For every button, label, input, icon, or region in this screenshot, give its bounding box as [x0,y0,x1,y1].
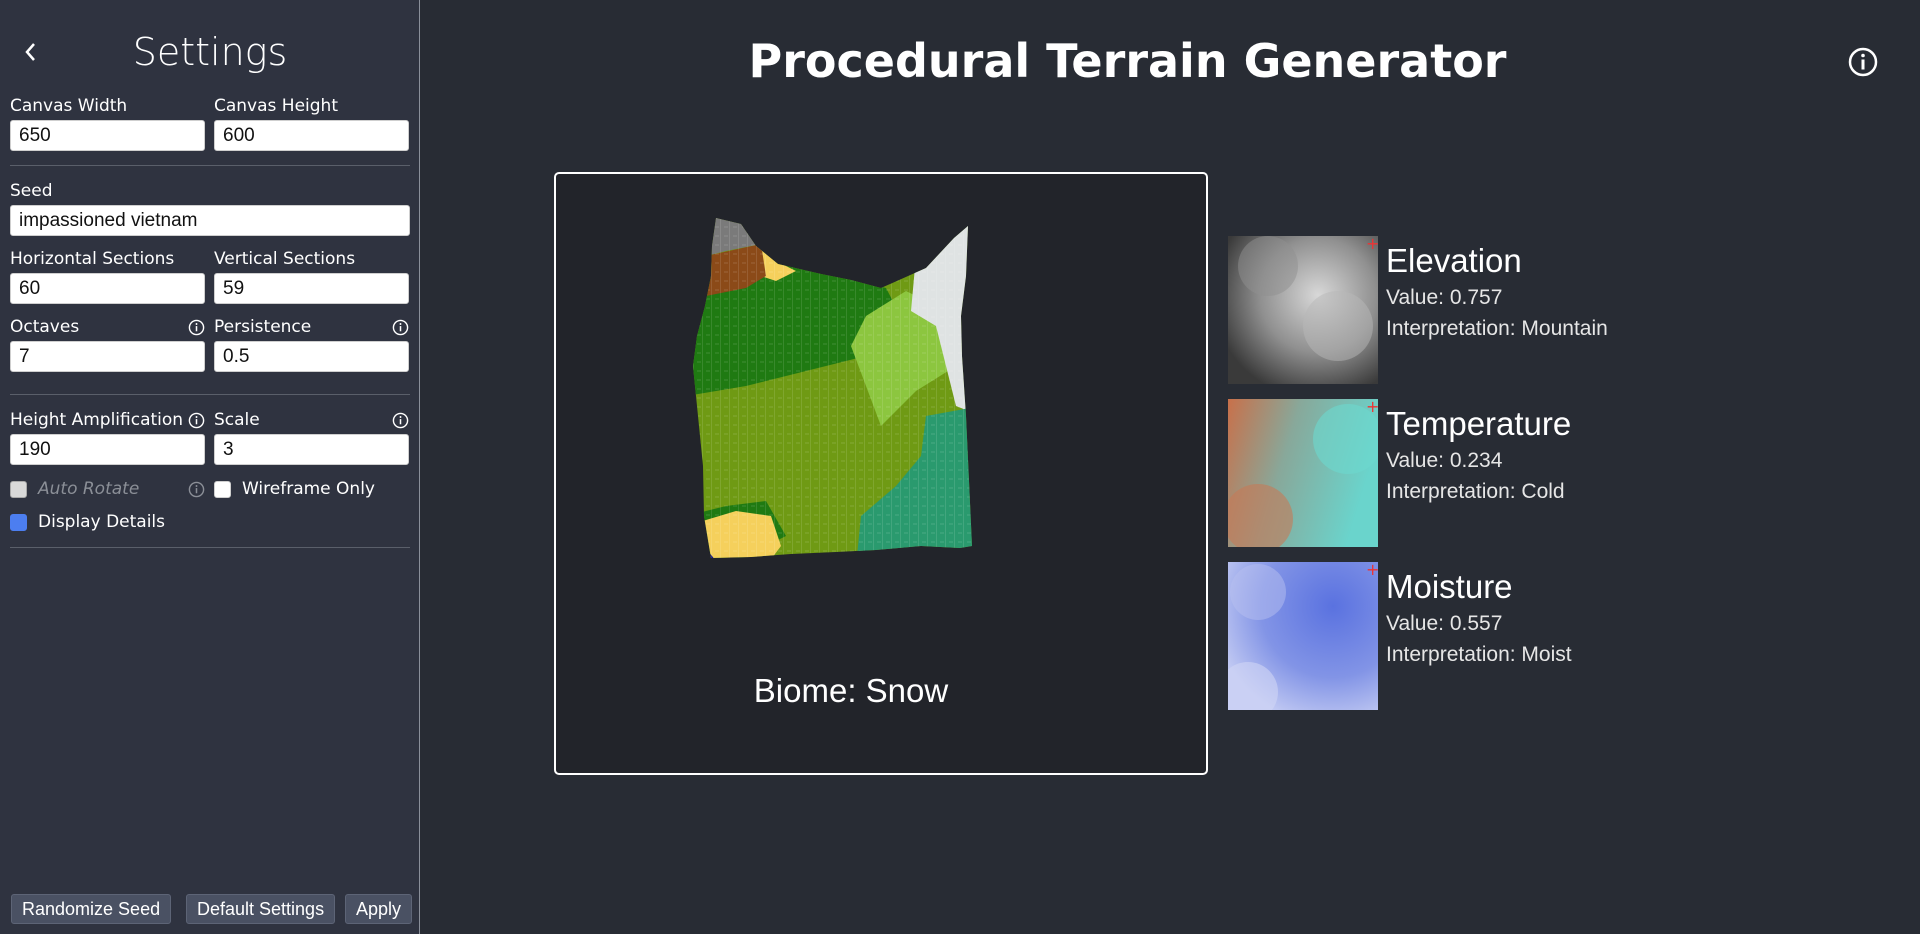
persistence-field: Persistence [214,316,409,372]
elevation-value: Value: 0.757 [1386,286,1503,309]
divider [10,547,410,548]
seed-input[interactable] [10,205,410,236]
temperature-interpretation: Interpretation: Cold [1386,480,1565,503]
canvas-height-field: Canvas Height [214,95,409,151]
info-icon[interactable] [188,481,205,498]
display-details-checkbox[interactable] [10,513,27,531]
seed-label: Seed [10,181,53,201]
divider [10,394,410,395]
persistence-label: Persistence [214,317,312,337]
canvas-height-input[interactable] [214,120,409,151]
terrain-mesh [693,218,972,558]
horizontal-sections-label: Horizontal Sections [10,249,175,269]
height-amplification-input[interactable] [10,434,205,465]
wireframe-only-label: Wireframe Only [242,479,375,499]
terrain-viewport[interactable]: Biome: Snow [554,172,1208,775]
app-root: Settings Canvas Width Canvas Height Seed… [0,0,1920,934]
temperature-title: Temperature [1386,405,1572,442]
height-amplification-label: Height Amplification [10,410,184,430]
canvas-width-label: Canvas Width [10,96,128,116]
octaves-label: Octaves [10,317,80,337]
info-icon[interactable] [392,319,409,336]
vertical-sections-label: Vertical Sections [214,249,356,269]
randomize-seed-button[interactable]: Randomize Seed [11,894,172,924]
canvas-height-label: Canvas Height [214,96,338,116]
temperature-value: Value: 0.234 [1386,449,1503,472]
canvas-width-input[interactable] [10,120,205,151]
scale-label: Scale [214,410,260,430]
persistence-input[interactable] [214,341,409,372]
vertical-sections-field: Vertical Sections [214,248,409,304]
display-details-label: Display Details [38,512,166,532]
canvas-width-field: Canvas Width [10,95,205,151]
moisture-interpretation: Interpretation: Moist [1386,643,1572,666]
info-icon[interactable] [188,412,205,429]
moisture-value: Value: 0.557 [1386,612,1503,635]
wireframe-only-row: Wireframe Only [214,479,375,499]
temperature-card: + Temperature Value: 0.234 Interpretatio… [1228,397,1728,547]
auto-rotate-label: Auto Rotate [38,479,140,499]
elevation-interpretation: Interpretation: Mountain [1386,317,1608,340]
info-icon[interactable] [188,319,205,336]
auto-rotate-row: Auto Rotate [10,479,205,499]
moisture-title: Moisture [1386,568,1513,605]
vertical-sections-input[interactable] [214,273,409,304]
elevation-card: + Elevation Value: 0.757 Interpretation:… [1228,234,1728,384]
scale-input[interactable] [214,434,409,465]
auto-rotate-checkbox[interactable] [10,480,27,498]
octaves-field: Octaves [10,316,205,372]
moisture-card: + Moisture Value: 0.557 Interpretation: … [1228,560,1728,710]
scale-field: Scale [214,409,409,465]
moisture-noise-map [1228,562,1378,710]
info-icon[interactable] [392,412,409,429]
seed-field: Seed [10,180,410,236]
sidebar-title: Settings [132,30,288,74]
height-amplification-field: Height Amplification [10,409,205,465]
settings-sidebar: Settings Canvas Width Canvas Height Seed… [0,0,420,934]
default-settings-button[interactable]: Default Settings [186,894,336,924]
horizontal-sections-input[interactable] [10,273,205,304]
info-icon[interactable] [1847,46,1879,78]
divider [10,165,410,166]
wireframe-only-checkbox[interactable] [214,480,231,498]
temperature-noise-map [1228,399,1378,547]
display-details-row: Display Details [10,512,165,532]
octaves-input[interactable] [10,341,205,372]
horizontal-sections-field: Horizontal Sections [10,248,205,304]
elevation-noise-map [1228,236,1378,384]
biome-label: Biome: Snow [753,672,949,709]
apply-button[interactable]: Apply [345,894,413,924]
elevation-title: Elevation [1386,242,1522,279]
page-title: Procedural Terrain Generator [748,34,1507,88]
